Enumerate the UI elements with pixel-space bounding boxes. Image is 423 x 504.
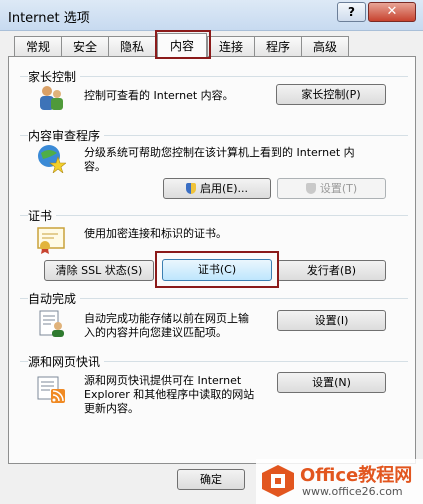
feeds-section-title: 源和网页快讯	[28, 353, 105, 370]
advisor-desc-line2: 容。	[84, 160, 106, 173]
shield-icon	[305, 183, 316, 194]
advisor-settings-button[interactable]: 设置(T)	[277, 178, 386, 199]
advisor-settings-label: 设置(T)	[319, 182, 358, 195]
watermark: Office教程网 www.office26.com	[256, 459, 423, 504]
shield-icon	[185, 183, 196, 194]
tab-programs[interactable]: 程序	[254, 36, 302, 57]
parental-users-icon	[40, 86, 63, 110]
tab-privacy[interactable]: 隐私	[108, 36, 156, 57]
autocomplete-form-icon	[39, 310, 64, 337]
feeds-desc-line3: 更新内容。	[84, 402, 139, 415]
autocomplete-section-title: 自动完成	[28, 290, 81, 307]
clear-ssl-button[interactable]: 清除 SSL 状态(S)	[44, 260, 154, 281]
certificate-icon	[37, 227, 65, 254]
enable-advisor-button[interactable]: 启用(E)...	[163, 178, 271, 199]
autocomplete-desc-line1: 自动完成功能存储以前在网页上输	[84, 312, 249, 325]
feeds-desc-line1: 源和网页快讯提供可在 Internet	[84, 374, 242, 387]
tab-general[interactable]: 常规	[14, 36, 62, 57]
help-button[interactable]: ?	[337, 2, 366, 22]
highlight-content-tab	[155, 30, 211, 59]
watermark-url: www.office26.com	[302, 485, 403, 498]
section-divider	[20, 215, 408, 216]
tab-connections[interactable]: 连接	[207, 36, 255, 57]
tab-advanced[interactable]: 高级	[301, 36, 349, 57]
close-button[interactable]: ✕	[368, 2, 416, 22]
autocomplete-desc-line2: 入的内容并向您建议匹配项。	[84, 326, 227, 339]
autocomplete-settings-button[interactable]: 设置(I)	[277, 310, 386, 331]
feeds-desc-line2: Explorer 和其他程序中读取的网站	[84, 388, 255, 401]
publishers-button[interactable]: 发行者(B)	[277, 260, 386, 281]
watermark-brand: Office教程网	[300, 465, 413, 486]
window-title: Internet 选项	[8, 11, 90, 26]
certs-desc: 使用加密连接和标识的证书。	[84, 227, 227, 240]
highlight-certificates-button	[155, 251, 279, 288]
tab-security[interactable]: 安全	[61, 36, 109, 57]
enable-advisor-label: 启用(E)...	[199, 182, 249, 195]
advisor-desc-line1: 分级系统可帮助您控制在该计算机上看到的 Internet 内	[84, 146, 355, 159]
feeds-settings-button[interactable]: 设置(N)	[277, 372, 386, 393]
certs-section-title: 证书	[28, 207, 57, 224]
feeds-rss-icon	[37, 376, 65, 403]
parental-desc: 控制可查看的 Internet 内容。	[84, 89, 234, 102]
parental-controls-button[interactable]: 家长控制(P)	[276, 84, 386, 105]
office-logo-icon	[262, 465, 294, 497]
globe-star-icon	[38, 145, 66, 173]
advisor-section-title: 内容审查程序	[28, 127, 105, 144]
ok-button[interactable]: 确定	[177, 469, 245, 490]
